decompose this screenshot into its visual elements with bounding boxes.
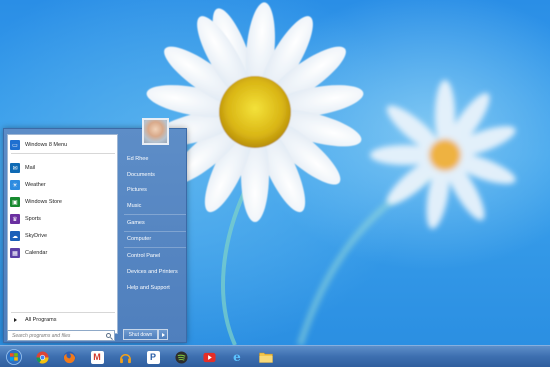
right-item-help-support[interactable]: Help and Support (124, 282, 186, 294)
user-avatar[interactable] (142, 118, 169, 145)
user-name: Ed Rhee (127, 156, 149, 162)
taskbar-youtube[interactable] (200, 348, 218, 366)
computer-label: Computer (127, 236, 152, 242)
divider (124, 214, 186, 215)
divider (124, 247, 186, 248)
control-panel-label: Control Panel (127, 253, 161, 259)
mail-icon: ✉ (10, 163, 20, 173)
taskbar-pandora[interactable]: P (144, 348, 162, 366)
taskbar-gmail[interactable]: M (88, 348, 106, 366)
calendar-icon: ▦ (10, 248, 20, 258)
program-calendar[interactable]: ▦ Calendar (10, 246, 116, 260)
gmail-icon: M (90, 350, 104, 364)
sports-icon: ♛ (10, 214, 20, 224)
weather-icon: ☀ (10, 180, 20, 190)
program-label: Windows 8 Menu (25, 142, 68, 148)
taskbar-spotify[interactable] (172, 348, 190, 366)
arrow-right-icon (161, 332, 165, 337)
spotify-icon (174, 350, 188, 364)
documents-label: Documents (127, 172, 155, 178)
shutdown-options-button[interactable] (158, 329, 168, 340)
youtube-icon (202, 352, 216, 362)
help-support-label: Help and Support (127, 285, 170, 291)
right-item-devices-printers[interactable]: Devices and Printers (124, 266, 186, 278)
games-label: Games (127, 220, 145, 226)
taskbar-firefox[interactable] (60, 348, 78, 366)
all-programs-button[interactable]: All Programs (10, 315, 114, 325)
program-label: Weather (25, 182, 46, 188)
program-label: Windows Store (25, 199, 62, 205)
skydrive-icon: ☁ (10, 231, 20, 241)
chrome-icon (35, 350, 49, 364)
taskbar-internet-explorer[interactable]: e (228, 348, 246, 366)
start-button[interactable] (4, 348, 24, 366)
right-item-documents[interactable]: Documents (124, 169, 186, 181)
firefox-icon (62, 350, 76, 364)
divider (11, 153, 115, 154)
headphones-icon (119, 353, 131, 363)
taskbar-headphones[interactable] (116, 348, 134, 366)
right-item-control-panel[interactable]: Control Panel (124, 250, 186, 262)
right-item-user[interactable]: Ed Rhee (124, 153, 186, 165)
program-mail[interactable]: ✉ Mail (10, 161, 116, 175)
program-windows-store[interactable]: ▣ Windows Store (10, 195, 116, 209)
all-programs-label: All Programs (25, 317, 57, 323)
start-menu: ▭ Windows 8 Menu ✉ Mail ☀ Weather ▣ Wind… (3, 118, 187, 343)
desktop-wallpaper: ▭ Windows 8 Menu ✉ Mail ☀ Weather ▣ Wind… (0, 0, 550, 345)
divider (11, 312, 115, 313)
divider (124, 231, 186, 232)
taskbar-chrome[interactable] (33, 348, 51, 366)
music-label: Music (127, 203, 142, 209)
shutdown-label: Shut down (128, 331, 153, 338)
windows8-menu-icon: ▭ (10, 140, 20, 150)
pictures-label: Pictures (127, 187, 147, 193)
program-label: Calendar (25, 250, 48, 256)
store-icon: ▣ (10, 197, 20, 207)
right-item-computer[interactable]: Computer (124, 233, 186, 245)
right-item-games[interactable]: Games (124, 217, 186, 229)
shutdown-button[interactable]: Shut down (123, 329, 158, 340)
file-explorer-icon (259, 352, 273, 363)
program-weather[interactable]: ☀ Weather (10, 178, 116, 192)
program-label: Mail (25, 165, 36, 171)
internet-explorer-icon: e (233, 350, 241, 364)
programs-pane: ▭ Windows 8 Menu ✉ Mail ☀ Weather ▣ Wind… (7, 134, 118, 334)
right-item-pictures[interactable]: Pictures (124, 184, 186, 196)
program-label: SkyDrive (25, 233, 48, 239)
program-sports[interactable]: ♛ Sports (10, 212, 116, 226)
search-icon (106, 333, 111, 338)
program-skydrive[interactable]: ☁ SkyDrive (10, 229, 116, 243)
right-item-music[interactable]: Music (124, 200, 186, 212)
pandora-icon: P (146, 350, 160, 364)
program-label: Sports (25, 216, 41, 222)
program-windows8-menu[interactable]: ▭ Windows 8 Menu (10, 138, 116, 152)
arrow-right-icon (14, 318, 17, 322)
taskbar: M P e (0, 345, 550, 367)
search-placeholder: Search programs and files (12, 332, 71, 339)
taskbar-file-explorer[interactable] (257, 348, 275, 366)
devices-printers-label: Devices and Printers (127, 269, 178, 275)
windows-start-icon (6, 349, 22, 365)
search-input[interactable]: Search programs and files (7, 330, 115, 341)
